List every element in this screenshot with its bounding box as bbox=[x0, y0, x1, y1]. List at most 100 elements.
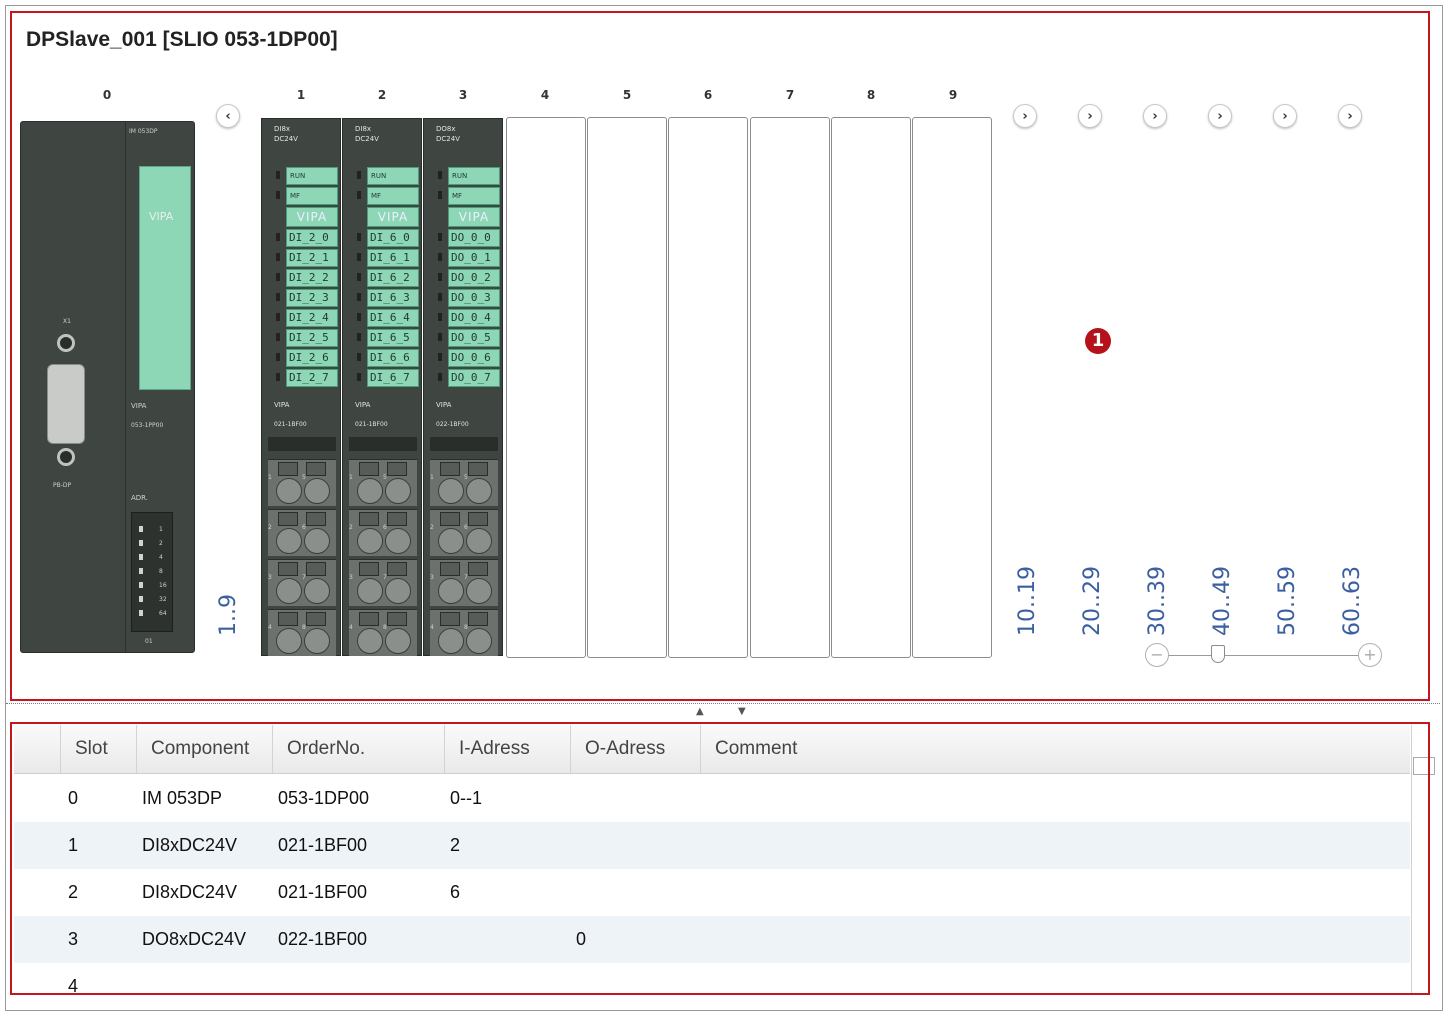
channel-led-icon bbox=[276, 353, 280, 361]
cell-component: DI8xDC24V bbox=[142, 882, 238, 902]
channel-led-icon bbox=[438, 333, 442, 341]
terminal-block[interactable]: 26 bbox=[349, 509, 417, 556]
channel-led-icon bbox=[357, 333, 361, 341]
module-maker: VIPA bbox=[355, 401, 371, 409]
io-module-slot-2[interactable]: DI8x DC24V RUN MF VIPA DI_6_0 DI_6_1 DI_6_2 DI_6… bbox=[342, 118, 422, 656]
empty-slot-9[interactable] bbox=[912, 117, 992, 658]
address-range-label: 10..19 bbox=[1015, 566, 1040, 636]
terminal-block[interactable]: 15 bbox=[349, 459, 417, 506]
slot-number-7: 7 bbox=[785, 88, 795, 102]
dip-value: 2 bbox=[159, 540, 163, 547]
scroll-right-button-1[interactable]: › bbox=[1013, 104, 1037, 128]
terminal-screw-icon bbox=[304, 478, 330, 504]
terminal-block[interactable]: 48 bbox=[268, 609, 336, 656]
terminal-block[interactable]: 26 bbox=[430, 509, 498, 556]
dip-switch[interactable] bbox=[139, 610, 143, 616]
table-row[interactable]: 3 DO8xDC24V 022-1BF00 0 bbox=[14, 916, 1410, 963]
io-module-slot-1[interactable]: DI8x DC24V RUN MF VIPA DI_2_0 DI_2_1 DI_2_2 DI_2… bbox=[261, 118, 341, 656]
address-range-label: 1..9 bbox=[216, 594, 241, 636]
zoom-track[interactable] bbox=[1164, 655, 1364, 656]
terminal-block[interactable]: 37 bbox=[430, 559, 498, 606]
terminal-screw-icon bbox=[304, 628, 330, 654]
terminal-release-icon bbox=[278, 562, 298, 576]
table-row[interactable]: 0 IM 053DP 053-1DP00 0--1 bbox=[14, 775, 1410, 822]
terminal-number: 8 bbox=[464, 624, 468, 631]
cell-i: 2 bbox=[450, 835, 461, 855]
terminal-release-icon bbox=[468, 612, 488, 626]
address-range-label: 20..29 bbox=[1080, 566, 1105, 636]
terminal-block[interactable]: 26 bbox=[268, 509, 336, 556]
dip-value: 4 bbox=[159, 554, 163, 561]
terminal-block[interactable]: 15 bbox=[430, 459, 498, 506]
column-header-comment[interactable]: Comment bbox=[700, 725, 1410, 773]
channel-led-icon bbox=[438, 293, 442, 301]
terminal-block[interactable]: 37 bbox=[349, 559, 417, 606]
dip-switch[interactable] bbox=[139, 526, 143, 532]
dip-switch[interactable] bbox=[139, 540, 143, 546]
column-header-i-adress[interactable]: I-Adress bbox=[444, 725, 570, 773]
table-row[interactable]: 2 DI8xDC24V 021-1BF00 6 bbox=[14, 869, 1410, 916]
scroll-right-button-5[interactable]: › bbox=[1273, 104, 1297, 128]
table-scrollbar[interactable] bbox=[1411, 725, 1438, 995]
channel-led-icon bbox=[357, 273, 361, 281]
scroll-left-button[interactable]: ‹ bbox=[216, 104, 240, 128]
terminal-number: 4 bbox=[349, 624, 353, 631]
zoom-in-button[interactable]: + bbox=[1358, 643, 1382, 667]
terminal-block[interactable]: 15 bbox=[268, 459, 336, 506]
channel-label: DO_0_2 bbox=[448, 269, 500, 287]
terminal-number: 2 bbox=[268, 524, 272, 531]
dip-value: 1 bbox=[159, 526, 163, 533]
empty-slot-7[interactable] bbox=[750, 117, 830, 658]
empty-slot-5[interactable] bbox=[587, 117, 667, 658]
mf-indicator: MF bbox=[448, 187, 500, 205]
scroll-right-button-4[interactable]: › bbox=[1208, 104, 1232, 128]
dip-switch[interactable] bbox=[139, 554, 143, 560]
scroll-right-button-6[interactable]: › bbox=[1338, 104, 1362, 128]
dip-switch[interactable] bbox=[139, 596, 143, 602]
splitter-down-icon[interactable]: ▼ bbox=[738, 706, 746, 717]
splitter[interactable]: ▲ ▼ bbox=[6, 703, 1440, 720]
column-header-orderno[interactable]: OrderNo. bbox=[272, 725, 444, 773]
terminal-block[interactable]: 37 bbox=[268, 559, 336, 606]
module-brand-panel: VIPA bbox=[448, 207, 500, 227]
dip-switch[interactable] bbox=[139, 568, 143, 574]
empty-slot-8[interactable] bbox=[831, 117, 911, 658]
zoom-out-button[interactable]: − bbox=[1145, 643, 1169, 667]
terminal-number: 4 bbox=[268, 624, 272, 631]
chevron-left-icon: ‹ bbox=[225, 108, 231, 124]
column-header-slot[interactable]: Slot bbox=[60, 725, 136, 773]
table-row[interactable]: 4 bbox=[14, 963, 1410, 1010]
scroll-right-button-3[interactable]: › bbox=[1143, 104, 1167, 128]
channel-label: DI_6_7 bbox=[367, 369, 419, 387]
scroll-right-button-2[interactable]: › bbox=[1078, 104, 1102, 128]
terminal-number: 4 bbox=[430, 624, 434, 631]
zoom-slider-thumb[interactable] bbox=[1211, 645, 1225, 663]
cell-slot: 0 bbox=[68, 788, 79, 808]
splitter-up-icon[interactable]: ▲ bbox=[696, 706, 704, 717]
im-order: 053-1PP00 bbox=[131, 422, 164, 429]
column-header-component[interactable]: Component bbox=[136, 725, 272, 773]
chevron-right-icon: › bbox=[1087, 108, 1093, 124]
terminal-number: 3 bbox=[268, 574, 272, 581]
column-header-o-adress[interactable]: O-Adress bbox=[570, 725, 700, 773]
im-module[interactable]: IM 053DP VIPA X1 PB-DP VIPA 053-1PP00 AD… bbox=[20, 121, 195, 653]
scroll-thumb[interactable] bbox=[1413, 757, 1435, 775]
io-module-slot-3[interactable]: DO8x DC24V RUN MF VIPA DO_0_0 DO_0_1 DO_0_2 DO_0… bbox=[423, 118, 503, 656]
terminal-release-icon bbox=[306, 512, 326, 526]
module-type-line2: DC24V bbox=[274, 135, 298, 143]
terminal-number: 2 bbox=[430, 524, 434, 531]
empty-slot-6[interactable] bbox=[668, 117, 748, 658]
channel-led-icon bbox=[438, 273, 442, 281]
chevron-right-icon: › bbox=[1347, 108, 1353, 124]
chevron-right-icon: › bbox=[1022, 108, 1028, 124]
terminal-screw-icon bbox=[438, 578, 464, 604]
address-range-label: 50..59 bbox=[1275, 566, 1300, 636]
terminal-number: 1 bbox=[430, 474, 434, 481]
dip-switch[interactable] bbox=[139, 582, 143, 588]
terminal-block[interactable]: 48 bbox=[430, 609, 498, 656]
module-type-line1: DI8x bbox=[274, 125, 291, 133]
empty-slot-4[interactable] bbox=[506, 117, 586, 658]
table-row[interactable]: 1 DI8xDC24V 021-1BF00 2 bbox=[14, 822, 1410, 869]
terminal-block[interactable]: 48 bbox=[349, 609, 417, 656]
mf-indicator: MF bbox=[286, 187, 338, 205]
